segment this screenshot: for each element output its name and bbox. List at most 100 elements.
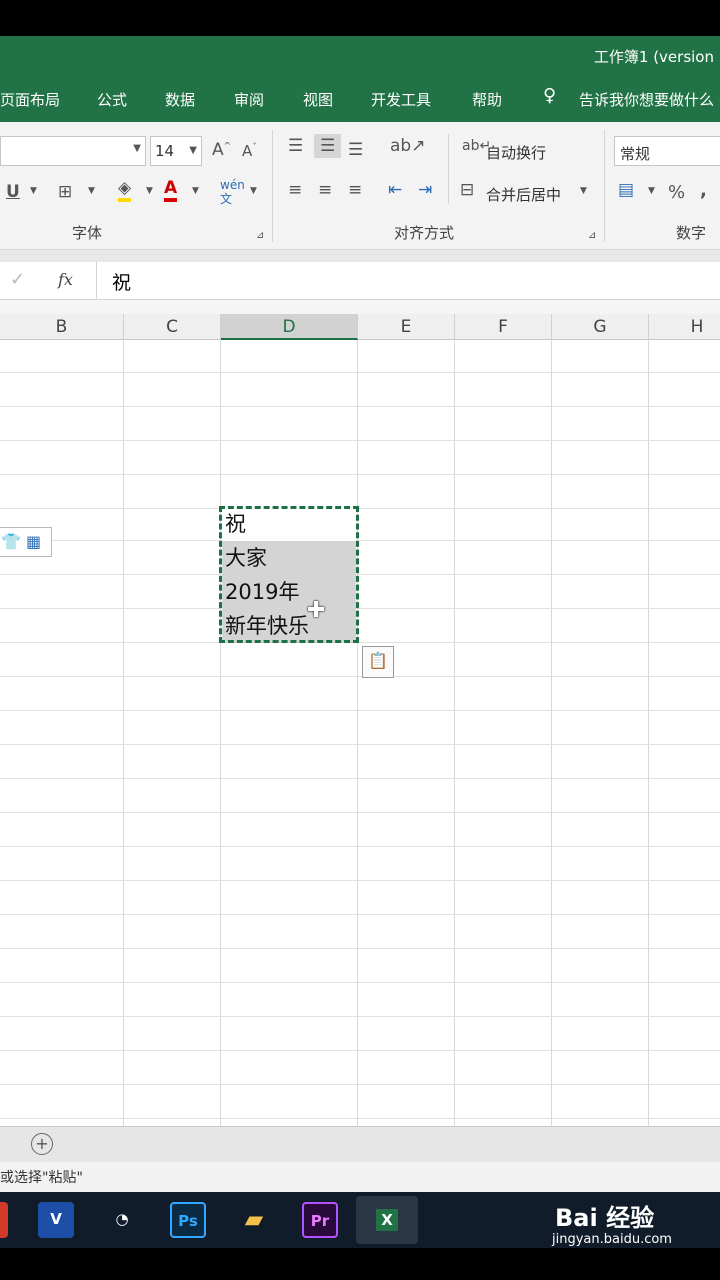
worksheet-grid[interactable]: 祝 大家 2019年 新年快乐 ✚ 📋 👕 ▦	[0, 340, 720, 1126]
phonetic-guide-icon[interactable]: wén 文	[220, 178, 245, 206]
align-right-icon[interactable]: ≡	[348, 180, 362, 200]
paste-options-icon[interactable]: 📋	[362, 646, 394, 678]
chevron-down-icon[interactable]: ▼	[580, 186, 587, 196]
grid-column-line	[123, 340, 124, 1126]
grid-row-line	[0, 676, 720, 677]
borders-icon[interactable]: ⊞	[58, 182, 72, 202]
baidu-watermark-url: jingyan.baidu.com	[552, 1232, 672, 1247]
alignment-group-label: 对齐方式	[394, 224, 455, 242]
underline-icon[interactable]: U	[6, 182, 20, 202]
chevron-down-icon[interactable]: ▼	[30, 186, 37, 196]
premiere-icon[interactable]: Pr	[302, 1202, 338, 1238]
grid-row-line	[0, 372, 720, 373]
tab-page-layout[interactable]: 页面布局	[0, 89, 60, 110]
chevron-down-icon[interactable]: ▼	[133, 143, 141, 154]
app-vs-icon[interactable]: V	[38, 1202, 74, 1238]
lightbulb-icon[interactable]: ♀	[543, 85, 556, 106]
column-header-d[interactable]: D	[221, 314, 358, 340]
tab-help[interactable]: 帮助	[472, 89, 502, 110]
merge-center-icon[interactable]: ⊟	[460, 180, 474, 200]
photoshop-icon[interactable]: Ps	[170, 1202, 206, 1238]
grid-row-line	[0, 710, 720, 711]
orientation-icon[interactable]: ab↗	[390, 136, 425, 156]
accounting-format-icon[interactable]: ▤	[618, 180, 634, 200]
number-format-value: 常规	[620, 145, 651, 163]
decrease-font-icon[interactable]: Aˇ	[242, 142, 257, 160]
status-bar: 或选择"粘贴"	[0, 1162, 720, 1192]
fx-button[interactable]: fx	[58, 270, 73, 289]
chevron-down-icon[interactable]: ▼	[648, 186, 655, 196]
percent-button[interactable]: %	[668, 182, 685, 203]
quick-toolbar[interactable]: 👕 ▦	[0, 527, 52, 557]
align-center-icon[interactable]: ≡	[318, 180, 332, 200]
window-title: 工作簿1 (version	[593, 48, 714, 66]
grid-row-line	[0, 1118, 720, 1119]
column-header-c[interactable]: C	[124, 314, 221, 340]
increase-indent-icon[interactable]: ⇥	[418, 180, 432, 200]
ribbon: ▼ 14 ▼ A^ Aˇ U ▼ ⊞ ▼ ◈ ▼ A ▼ wén 文 ▼ 字体 ⊿…	[0, 122, 720, 250]
tab-view[interactable]: 视图	[303, 89, 333, 110]
format-painter-icon[interactable]: 👕	[1, 532, 21, 551]
enter-check-icon[interactable]: ✓	[10, 269, 25, 290]
merge-center-button[interactable]: 合并后居中	[486, 184, 561, 205]
grid-row-line	[0, 1050, 720, 1051]
column-header-f[interactable]: F	[455, 314, 552, 340]
taskbar: V ◔ Ps ▰ Pr X Bai 经验 jingyan.baidu.com	[0, 1192, 720, 1248]
grid-column-line	[648, 340, 649, 1126]
align-bottom-icon[interactable]: ☰	[348, 140, 363, 160]
tell-me-search[interactable]: 告诉我你想要做什么	[579, 89, 714, 110]
tab-formulas[interactable]: 公式	[97, 89, 127, 110]
font-name-box[interactable]: ▼	[0, 136, 146, 166]
font-color-icon[interactable]: A	[164, 178, 178, 202]
grid-row-line	[0, 744, 720, 745]
grid-column-line	[551, 340, 552, 1126]
decrease-indent-icon[interactable]: ⇤	[388, 180, 402, 200]
align-top-icon[interactable]: ☰	[288, 136, 303, 156]
grid-row-line	[0, 474, 720, 475]
number-format-box[interactable]: 常规	[614, 136, 720, 166]
fill-color-icon[interactable]: ◈	[118, 178, 132, 202]
font-group-label: 字体	[72, 224, 103, 242]
align-left-icon[interactable]: ≡	[288, 180, 302, 200]
column-header-b[interactable]: B	[0, 314, 124, 340]
app-browser-icon[interactable]: ◔	[104, 1202, 140, 1238]
grid-row-line	[0, 846, 720, 847]
group-separator	[448, 134, 449, 204]
grid-row-line	[0, 948, 720, 949]
file-explorer-icon[interactable]: ▰	[236, 1202, 272, 1238]
comma-button[interactable]: ,	[700, 180, 707, 201]
chevron-down-icon[interactable]: ▼	[192, 186, 199, 196]
add-sheet-icon[interactable]: +	[31, 1133, 53, 1155]
number-group-label: 数字	[676, 224, 707, 242]
copy-selection-border	[219, 506, 359, 643]
font-size-box[interactable]: 14 ▼	[150, 136, 202, 166]
dialog-launcher-icon[interactable]: ⊿	[256, 230, 264, 241]
excel-taskbar-item[interactable]: X	[356, 1196, 418, 1244]
dialog-launcher-icon[interactable]: ⊿	[588, 230, 596, 241]
grid-row-line	[0, 608, 720, 609]
column-header-g[interactable]: G	[552, 314, 649, 340]
column-header-e[interactable]: E	[358, 314, 455, 340]
chevron-down-icon[interactable]: ▼	[88, 186, 95, 196]
font-size-value: 14	[155, 142, 175, 160]
chevron-down-icon[interactable]: ▼	[250, 186, 257, 196]
column-header-h[interactable]: H	[649, 314, 720, 340]
grid-column-line	[220, 340, 221, 1126]
ribbon-gap	[0, 250, 720, 262]
column-headers: B C D E F G H	[0, 314, 720, 340]
grid-row-line	[0, 1016, 720, 1017]
align-middle-icon[interactable]: ☰	[314, 134, 342, 158]
grid-layout-icon[interactable]: ▦	[26, 532, 41, 551]
formula-input[interactable]: 祝	[112, 268, 131, 295]
app-red-icon[interactable]	[0, 1202, 8, 1238]
grid-row-line	[0, 914, 720, 915]
wrap-text-button[interactable]: 自动换行	[486, 142, 546, 163]
tab-data[interactable]: 数据	[165, 89, 195, 110]
increase-font-icon[interactable]: A^	[212, 140, 231, 160]
grid-row-line	[0, 642, 720, 643]
grid-column-line	[357, 340, 358, 1126]
tab-developer[interactable]: 开发工具	[371, 89, 431, 110]
chevron-down-icon[interactable]: ▼	[189, 145, 197, 156]
chevron-down-icon[interactable]: ▼	[146, 186, 153, 196]
tab-review[interactable]: 审阅	[234, 89, 264, 110]
